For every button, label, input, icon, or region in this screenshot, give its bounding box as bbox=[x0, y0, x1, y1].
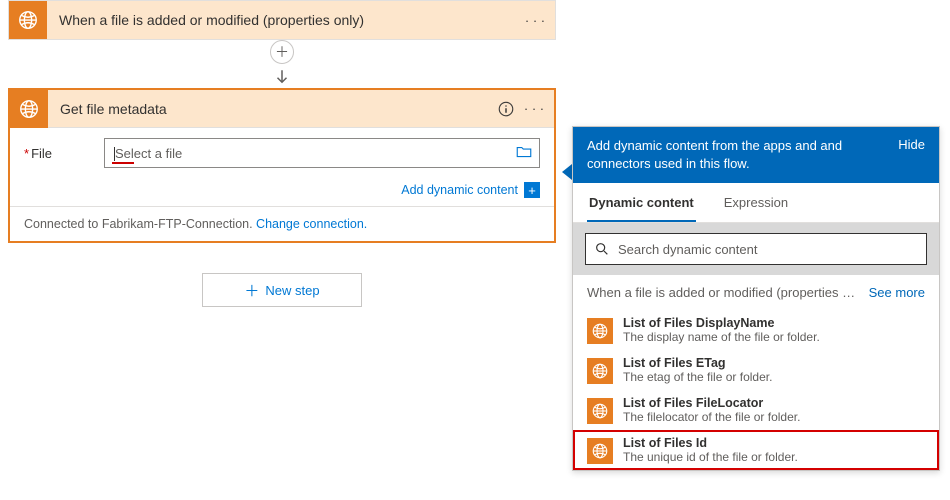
trigger-card[interactable]: When a file is added or modified (proper… bbox=[8, 0, 556, 40]
see-more-link[interactable]: See more bbox=[869, 285, 925, 300]
info-button[interactable] bbox=[492, 95, 520, 123]
tab-expression[interactable]: Expression bbox=[722, 183, 790, 222]
globe-icon bbox=[587, 318, 613, 344]
plus-icon[interactable]: + bbox=[524, 182, 540, 198]
more-button[interactable]: · · · bbox=[520, 95, 548, 123]
item-desc: The filelocator of the file or folder. bbox=[623, 410, 800, 424]
item-desc: The etag of the file or folder. bbox=[623, 370, 772, 384]
search-icon bbox=[594, 241, 610, 257]
group-title: When a file is added or modified (proper… bbox=[587, 285, 869, 300]
dynamic-content-item[interactable]: List of Files IdThe unique id of the fil… bbox=[573, 430, 939, 470]
insert-step-button[interactable]: ＋ bbox=[270, 40, 294, 64]
globe-icon bbox=[587, 398, 613, 424]
file-field-label: *File bbox=[24, 146, 94, 161]
arrow-down-icon bbox=[273, 66, 291, 88]
dynamic-content-item[interactable]: List of Files FileLocatorThe filelocator… bbox=[573, 390, 939, 430]
more-button[interactable]: · · · bbox=[521, 6, 549, 34]
panel-description: Add dynamic content from the apps and an… bbox=[587, 137, 888, 173]
trigger-title: When a file is added or modified (proper… bbox=[47, 12, 521, 28]
dynamic-content-item[interactable]: List of Files DisplayNameThe display nam… bbox=[573, 310, 939, 350]
item-name: List of Files DisplayName bbox=[623, 316, 820, 330]
globe-icon bbox=[10, 90, 48, 128]
change-connection-link[interactable]: Change connection. bbox=[256, 217, 367, 231]
item-desc: The display name of the file or folder. bbox=[623, 330, 820, 344]
action-card[interactable]: Get file metadata · · · *File Select a f… bbox=[8, 88, 556, 243]
item-name: List of Files ETag bbox=[623, 356, 772, 370]
globe-icon bbox=[587, 438, 613, 464]
panel-pointer bbox=[562, 164, 572, 180]
item-name: List of Files FileLocator bbox=[623, 396, 800, 410]
action-title: Get file metadata bbox=[48, 101, 492, 117]
folder-icon[interactable] bbox=[515, 143, 533, 164]
dynamic-content-panel: Add dynamic content from the apps and an… bbox=[572, 126, 940, 471]
tab-dynamic-content[interactable]: Dynamic content bbox=[587, 183, 696, 222]
hide-panel-link[interactable]: Hide bbox=[888, 137, 925, 173]
connection-footer: Connected to Fabrikam-FTP-Connection. Ch… bbox=[10, 206, 554, 241]
dynamic-content-item[interactable]: List of Files ETagThe etag of the file o… bbox=[573, 350, 939, 390]
globe-icon bbox=[587, 358, 613, 384]
search-input[interactable]: Search dynamic content bbox=[585, 233, 927, 265]
new-step-button[interactable]: ＋New step bbox=[202, 273, 362, 307]
item-name: List of Files Id bbox=[623, 436, 798, 450]
item-desc: The unique id of the file or folder. bbox=[623, 450, 798, 464]
globe-icon bbox=[9, 1, 47, 39]
file-input[interactable]: Select a file bbox=[104, 138, 540, 168]
connector: ＋ bbox=[8, 40, 556, 88]
add-dynamic-content-link[interactable]: Add dynamic content bbox=[401, 183, 518, 197]
